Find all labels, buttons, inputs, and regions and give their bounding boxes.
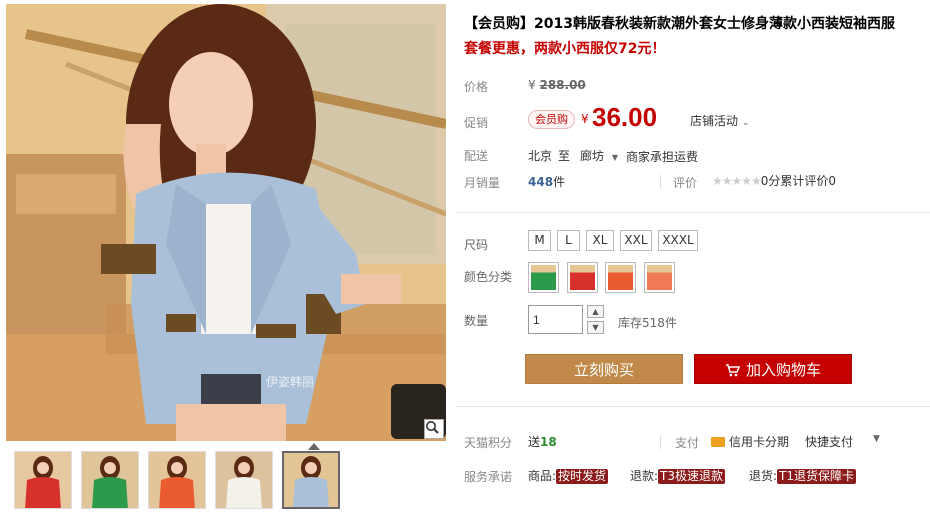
monthly-sales-label: 月销量 xyxy=(464,176,501,190)
color-swatch-orange[interactable] xyxy=(605,262,636,293)
points-number: 18 xyxy=(540,435,557,449)
points-prefix: 送 xyxy=(528,435,541,449)
sales-count: 448 xyxy=(528,175,554,189)
cart-icon xyxy=(725,357,741,387)
product-subtitle: 套餐更惠，两款小西服仅72元！ xyxy=(464,41,666,57)
service-label: 服务承诺 xyxy=(464,470,513,484)
service-prefix: 退款: xyxy=(630,469,659,483)
thumbnail-orange[interactable] xyxy=(148,451,206,509)
service-item-return: 退货: T1退货保障卡 xyxy=(749,467,857,484)
original-price: ¥ 288.00 xyxy=(528,78,586,92)
shipping-note: 商家承担运费 xyxy=(626,150,699,164)
magnifier-icon[interactable] xyxy=(424,419,444,439)
destination-value: 廊坊 xyxy=(580,149,605,163)
monthly-sales: 448件 xyxy=(528,173,565,190)
quantity-decrease-button[interactable]: ▼ xyxy=(587,321,604,334)
store-activity-label: 店铺活动 xyxy=(690,114,739,128)
divider xyxy=(660,175,661,189)
stock-count: 库存518件 xyxy=(618,316,677,330)
promo-currency: ¥ xyxy=(581,112,589,126)
thumbnail-strip xyxy=(14,443,444,511)
pay-label: 支付 xyxy=(675,436,700,450)
service-prefix: 退货: xyxy=(749,469,778,483)
service-badge: 按时发货 xyxy=(556,469,609,484)
rating-summary[interactable]: ★★★★★0分累计评价0 xyxy=(712,172,836,189)
chevron-down-icon: ⌄ xyxy=(741,118,750,128)
dropdown-arrow-icon: ▼ xyxy=(611,153,618,162)
star-rating-icon: ★★★★★ xyxy=(712,174,762,188)
add-to-cart-label: 加入购物车 xyxy=(745,361,821,379)
service-badge: T1退货保障卡 xyxy=(777,469,857,484)
thumbnail-blue[interactable] xyxy=(282,451,340,509)
color-label: 颜色分类 xyxy=(464,270,513,284)
service-item-refund: 退款: T3极速退款 xyxy=(630,467,726,484)
color-swatch-coral[interactable] xyxy=(644,262,675,293)
currency-symbol: ¥ xyxy=(528,78,536,92)
ship-to-word: 至 xyxy=(558,149,571,163)
promo-price: 36.00 xyxy=(592,102,658,132)
divider xyxy=(456,212,930,213)
pay-dropdown-icon[interactable]: ▼ xyxy=(873,434,880,444)
product-photo: 伊姿韩丽 xyxy=(6,4,446,441)
thumbnail-green[interactable] xyxy=(81,451,139,509)
color-swatch-red[interactable] xyxy=(567,262,598,293)
rating-text: 0分累计评价0 xyxy=(760,174,837,188)
main-product-image[interactable]: 伊姿韩丽 xyxy=(6,4,446,441)
credit-card-installment[interactable]: 信用卡分期 xyxy=(711,433,789,450)
buy-now-button[interactable]: 立刻购买 xyxy=(525,354,683,384)
service-item-shipping: 商品: 按时发货 xyxy=(528,467,609,484)
divider xyxy=(456,406,930,407)
ship-from: 北京 xyxy=(528,149,553,163)
size-label: 尺码 xyxy=(464,238,489,252)
thumbnail-white[interactable] xyxy=(215,451,273,509)
service-prefix: 商品: xyxy=(528,469,557,483)
watermark-text: 伊姿韩丽 xyxy=(266,374,314,389)
add-to-cart-button[interactable]: 加入购物车 xyxy=(694,354,852,384)
credit-card-icon xyxy=(711,437,725,447)
service-badge: T3极速退款 xyxy=(658,469,726,484)
color-swatch-green[interactable] xyxy=(528,262,559,293)
credit-card-label: 信用卡分期 xyxy=(729,435,790,449)
destination-select[interactable]: 廊坊 ▼ xyxy=(580,147,618,164)
points-value: 送18 xyxy=(528,433,557,450)
size-option-xl[interactable]: XL xyxy=(586,230,614,251)
divider xyxy=(660,435,661,449)
store-activity-dropdown[interactable]: 店铺活动 ⌄ xyxy=(690,112,749,129)
member-tag: 会员购 xyxy=(528,110,575,129)
rating-label: 评价 xyxy=(673,176,698,190)
size-option-xxl[interactable]: XXL xyxy=(620,230,652,251)
quantity-increase-button[interactable]: ▲ xyxy=(587,305,604,318)
quantity-label: 数量 xyxy=(464,314,489,328)
shipping-label: 配送 xyxy=(464,149,489,163)
sales-unit: 件 xyxy=(553,175,566,189)
promo-label: 促销 xyxy=(464,116,489,130)
thumbnail-red[interactable] xyxy=(14,451,72,509)
price-label: 价格 xyxy=(464,80,489,94)
points-label: 天猫积分 xyxy=(464,436,513,450)
quantity-input[interactable] xyxy=(528,305,583,334)
quick-pay[interactable]: 快捷支付 xyxy=(805,433,853,450)
product-title: 【会员购】2013韩版春秋装新款潮外套女士修身薄款小西装短袖西服 xyxy=(464,16,895,32)
size-option-m[interactable]: M xyxy=(528,230,551,251)
size-option-xxxl[interactable]: XXXL xyxy=(658,230,698,251)
active-thumb-indicator xyxy=(308,443,320,450)
size-option-l[interactable]: L xyxy=(557,230,580,251)
original-price-value: 288.00 xyxy=(539,78,586,92)
